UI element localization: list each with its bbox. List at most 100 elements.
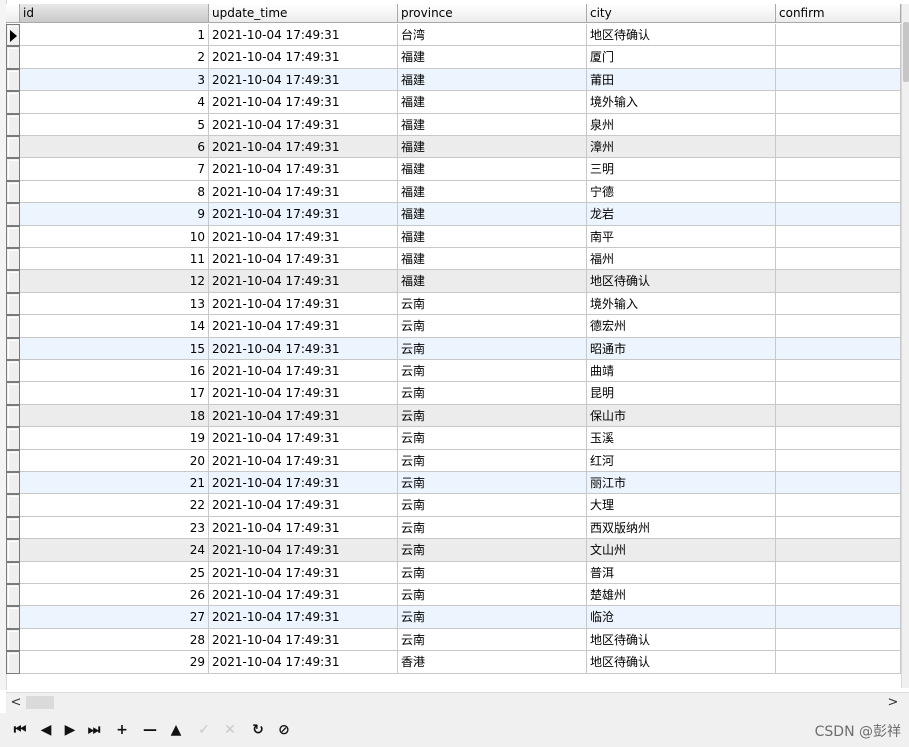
cell-id[interactable]: 21	[20, 472, 209, 495]
row-selector[interactable]	[6, 360, 20, 383]
cell-update-time[interactable]: 2021-10-04 17:49:31	[209, 24, 398, 47]
cell-city[interactable]: 楚雄州	[587, 584, 776, 607]
row-selector[interactable]	[6, 651, 20, 674]
cell-city[interactable]: 三明	[587, 158, 776, 181]
row-selector[interactable]	[6, 628, 20, 652]
cell-province[interactable]: 福建	[398, 270, 587, 293]
cell-city[interactable]: 曲靖	[587, 360, 776, 383]
cell-id[interactable]: 3	[20, 68, 209, 92]
cell-update-time[interactable]: 2021-10-04 17:49:31	[209, 516, 398, 540]
cell-update-time[interactable]: 2021-10-04 17:49:31	[209, 136, 398, 159]
cell-city[interactable]: 大理	[587, 494, 776, 517]
cell-id[interactable]: 10	[20, 225, 209, 248]
cell-confirm[interactable]	[776, 382, 901, 405]
cell-province[interactable]: 福建	[398, 203, 587, 226]
cell-id[interactable]: 5	[20, 113, 209, 136]
cell-confirm[interactable]	[776, 427, 901, 450]
cell-id[interactable]: 1	[20, 24, 209, 47]
cell-confirm[interactable]	[776, 337, 901, 360]
header-corner[interactable]	[6, 4, 20, 23]
column-header-province[interactable]: province	[398, 4, 587, 23]
cell-province[interactable]: 云南	[398, 292, 587, 316]
cell-city[interactable]: 西双版纳州	[587, 516, 776, 540]
cell-province[interactable]: 福建	[398, 113, 587, 136]
cell-city[interactable]: 昭通市	[587, 337, 776, 360]
table-row[interactable]: 9 2021-10-04 17:49:31 福建 龙岩	[6, 203, 901, 226]
row-selector[interactable]	[6, 404, 20, 428]
cell-province[interactable]: 云南	[398, 404, 587, 428]
cell-city[interactable]: 南平	[587, 225, 776, 248]
row-selector[interactable]	[6, 516, 20, 540]
row-selector[interactable]	[6, 427, 20, 450]
table-row[interactable]: 21 2021-10-04 17:49:31 云南 丽江市	[6, 472, 901, 495]
column-header-update-time[interactable]: update_time	[209, 4, 398, 23]
table-row[interactable]: 17 2021-10-04 17:49:31 云南 昆明	[6, 382, 901, 405]
add-record-icon[interactable]: +	[112, 721, 132, 739]
cell-id[interactable]: 4	[20, 91, 209, 114]
cell-update-time[interactable]: 2021-10-04 17:49:31	[209, 539, 398, 562]
cell-confirm[interactable]	[776, 136, 901, 159]
cell-update-time[interactable]: 2021-10-04 17:49:31	[209, 158, 398, 181]
cell-province[interactable]: 云南	[398, 584, 587, 607]
cell-id[interactable]: 26	[20, 584, 209, 607]
cell-province[interactable]: 云南	[398, 628, 587, 652]
cell-city[interactable]: 丽江市	[587, 472, 776, 495]
cell-update-time[interactable]: 2021-10-04 17:49:31	[209, 404, 398, 428]
cell-confirm[interactable]	[776, 315, 901, 338]
table-row[interactable]: 2 2021-10-04 17:49:31 福建 厦门	[6, 46, 901, 69]
cell-confirm[interactable]	[776, 24, 901, 47]
cell-province[interactable]: 福建	[398, 46, 587, 69]
table-row[interactable]: 26 2021-10-04 17:49:31 云南 楚雄州	[6, 584, 901, 607]
table-row[interactable]: 25 2021-10-04 17:49:31 云南 普洱	[6, 561, 901, 584]
row-selector[interactable]	[6, 203, 20, 226]
table-row[interactable]: 18 2021-10-04 17:49:31 云南 保山市	[6, 404, 901, 428]
table-row[interactable]: 13 2021-10-04 17:49:31 云南 境外输入	[6, 292, 901, 316]
cell-province[interactable]: 云南	[398, 360, 587, 383]
cell-update-time[interactable]: 2021-10-04 17:49:31	[209, 180, 398, 204]
cell-city[interactable]: 红河	[587, 449, 776, 472]
cell-update-time[interactable]: 2021-10-04 17:49:31	[209, 46, 398, 69]
cell-city[interactable]: 宁德	[587, 180, 776, 204]
table-row[interactable]: 6 2021-10-04 17:49:31 福建 漳州	[6, 136, 901, 159]
table-row[interactable]: 27 2021-10-04 17:49:31 云南 临沧	[6, 606, 901, 629]
row-selector[interactable]	[6, 225, 20, 248]
cell-province[interactable]: 香港	[398, 651, 587, 674]
cell-update-time[interactable]: 2021-10-04 17:49:31	[209, 427, 398, 450]
cell-update-time[interactable]: 2021-10-04 17:49:31	[209, 315, 398, 338]
cell-city[interactable]: 龙岩	[587, 203, 776, 226]
cell-confirm[interactable]	[776, 360, 901, 383]
cell-province[interactable]: 云南	[398, 494, 587, 517]
cell-id[interactable]: 24	[20, 539, 209, 562]
row-selector[interactable]	[6, 46, 20, 69]
table-row[interactable]: 8 2021-10-04 17:49:31 福建 宁德	[6, 180, 901, 204]
cell-id[interactable]: 18	[20, 404, 209, 428]
cell-confirm[interactable]	[776, 628, 901, 652]
table-row[interactable]: 3 2021-10-04 17:49:31 福建 莆田	[6, 68, 901, 92]
cell-province[interactable]: 福建	[398, 248, 587, 271]
table-row[interactable]: 28 2021-10-04 17:49:31 云南 地区待确认	[6, 628, 901, 652]
cell-id[interactable]: 23	[20, 516, 209, 540]
cancel-changes-icon[interactable]: ✕	[220, 721, 240, 739]
cell-city[interactable]: 境外输入	[587, 292, 776, 316]
cell-city[interactable]: 保山市	[587, 404, 776, 428]
table-row[interactable]: 20 2021-10-04 17:49:31 云南 红河	[6, 449, 901, 472]
cell-id[interactable]: 12	[20, 270, 209, 293]
cell-id[interactable]: 14	[20, 315, 209, 338]
cell-confirm[interactable]	[776, 606, 901, 629]
row-selector[interactable]	[6, 539, 20, 562]
row-selector[interactable]	[6, 270, 20, 293]
delete-record-icon[interactable]: —	[140, 721, 160, 739]
row-selector[interactable]	[6, 472, 20, 495]
cell-confirm[interactable]	[776, 68, 901, 92]
row-selector[interactable]	[6, 449, 20, 472]
cell-confirm[interactable]	[776, 449, 901, 472]
cell-confirm[interactable]	[776, 292, 901, 316]
cell-confirm[interactable]	[776, 203, 901, 226]
cell-update-time[interactable]: 2021-10-04 17:49:31	[209, 449, 398, 472]
cell-id[interactable]: 16	[20, 360, 209, 383]
cell-confirm[interactable]	[776, 46, 901, 69]
cell-confirm[interactable]	[776, 404, 901, 428]
cell-id[interactable]: 6	[20, 136, 209, 159]
cell-city[interactable]: 德宏州	[587, 315, 776, 338]
cell-update-time[interactable]: 2021-10-04 17:49:31	[209, 225, 398, 248]
